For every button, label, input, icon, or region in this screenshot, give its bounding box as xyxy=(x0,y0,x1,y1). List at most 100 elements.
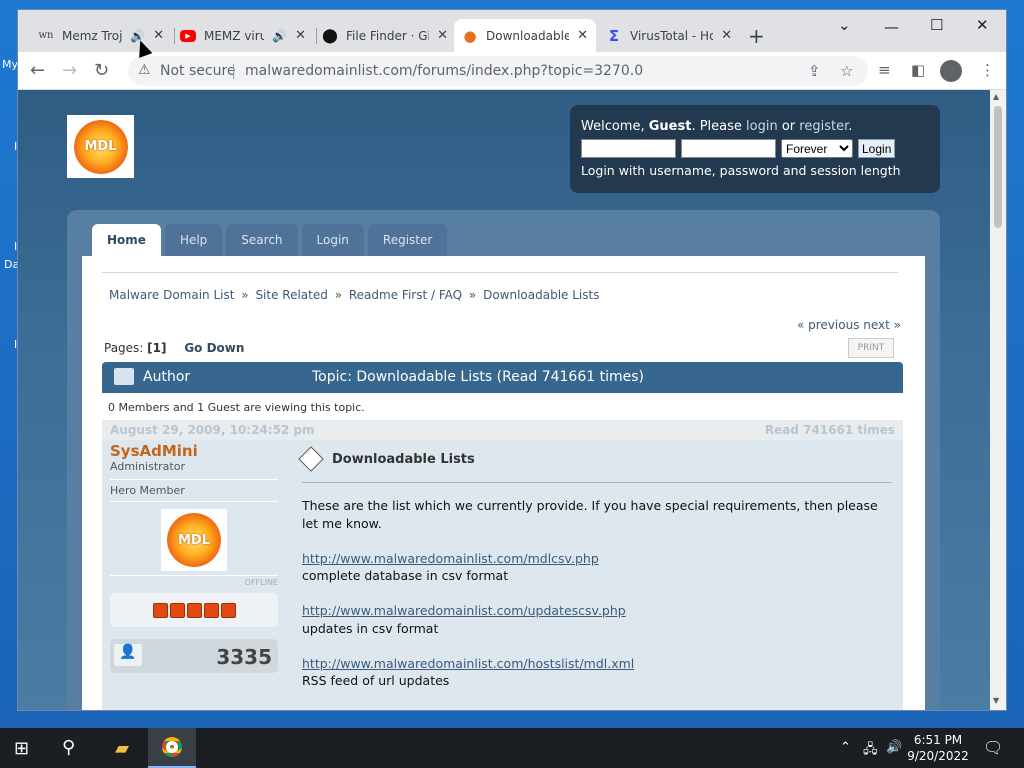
mdl-favicon-icon: ● xyxy=(463,26,477,45)
link-description: updates in csv format xyxy=(302,620,439,636)
github-icon: ⬤ xyxy=(322,27,338,44)
post-count: 3335 xyxy=(216,645,272,669)
close-window-button[interactable]: ✕ xyxy=(976,16,989,34)
windows-start-icon[interactable]: ⊞ xyxy=(14,738,29,759)
status-badge: OFFLINE xyxy=(110,575,278,587)
tab-search-dropdown-icon[interactable]: ⌄ xyxy=(838,16,851,34)
notification-icon[interactable]: 🗨 xyxy=(983,738,1003,757)
pages-label: Pages: xyxy=(104,341,148,355)
scroll-up-icon[interactable]: ▲ xyxy=(993,92,999,101)
post-intro: These are the list which we currently pr… xyxy=(302,498,878,531)
star-icon xyxy=(152,602,168,618)
prev-next-links[interactable]: « previous next » xyxy=(797,318,901,332)
link-description: complete database in csv format xyxy=(302,568,509,583)
breadcrumb-item[interactable]: Malware Domain List xyxy=(109,288,234,302)
tab-file-finder[interactable]: ⬤ File Finder · Gi ✕ xyxy=(314,19,456,52)
desktop-icon-label[interactable]: My xyxy=(2,58,18,71)
viewing-text: 0 Members and 1 Guest are viewing this t… xyxy=(108,401,365,414)
mdl-logo-icon: MDL xyxy=(73,119,128,174)
desktop-icon-label[interactable]: I xyxy=(14,140,17,153)
minimize-button[interactable]: — xyxy=(884,18,899,36)
tab-memz-trojan[interactable]: wn Memz Troj 🔊 ✕ xyxy=(30,19,172,52)
bookmark-star-icon[interactable]: ☆ xyxy=(840,62,853,80)
period-text: . xyxy=(848,119,853,134)
not-secure-label[interactable]: Not secure xyxy=(160,63,236,79)
breadcrumb-item[interactable]: Readme First / FAQ xyxy=(349,288,462,302)
login-button[interactable]: Login xyxy=(858,139,896,158)
go-down-link[interactable]: Go Down xyxy=(184,341,244,355)
clock-time: 6:51 PM xyxy=(913,733,963,747)
register-link[interactable]: register xyxy=(799,119,848,134)
post-read-count: Read 741661 times xyxy=(764,423,895,437)
close-tab-icon[interactable]: ✕ xyxy=(437,28,448,43)
print-button[interactable]: PRINT xyxy=(848,338,894,358)
page-scrollbar[interactable]: ▲ ▼ xyxy=(990,90,1006,710)
site-logo[interactable]: MDL xyxy=(67,115,134,178)
network-icon[interactable]: 🖧 xyxy=(863,740,878,762)
reading-list-icon[interactable]: ≡ xyxy=(878,61,891,79)
chrome-icon[interactable] xyxy=(148,728,196,768)
close-tab-icon[interactable]: ✕ xyxy=(721,28,732,43)
maximize-button[interactable]: ☐ xyxy=(930,16,943,34)
username-input[interactable] xyxy=(581,139,676,158)
desktop-icon-label[interactable]: Da xyxy=(4,258,19,271)
password-input[interactable] xyxy=(681,139,776,158)
menu-login[interactable]: Login xyxy=(301,224,364,256)
volume-icon[interactable]: 🔊 xyxy=(886,740,902,755)
close-tab-icon[interactable]: ✕ xyxy=(295,28,306,43)
welcome-text: Welcome, Guest. Please login or register… xyxy=(581,119,929,134)
close-tab-icon[interactable]: ✕ xyxy=(153,28,164,43)
tab-downloadable-lists[interactable]: ● Downloadable ✕ xyxy=(454,19,596,52)
tab-memz-virus[interactable]: ▶ MEMZ viru 🔊 ✕ xyxy=(172,19,314,52)
poster-name[interactable]: SysAdMini xyxy=(110,442,278,460)
desktop-icon-label[interactable]: I xyxy=(14,240,17,253)
login-inputs: Forever Login xyxy=(581,139,929,158)
breadcrumb-item[interactable]: Downloadable Lists xyxy=(483,288,599,302)
tray-chevron-up-icon[interactable]: ⌃ xyxy=(840,740,851,755)
topic-icon xyxy=(114,368,134,385)
please-text: . Please xyxy=(691,119,747,134)
taskbar-clock[interactable]: 6:51 PM 9/20/2022 xyxy=(905,732,971,764)
new-tab-button[interactable]: + xyxy=(748,24,765,48)
session-length-select[interactable]: Forever xyxy=(781,139,853,158)
updatescsv-link[interactable]: http://www.malwaredomainlist.com/updates… xyxy=(302,603,626,618)
address-bar[interactable]: ⚠ Not secure malwaredomainlist.com/forum… xyxy=(128,56,868,86)
breadcrumb-separator: » xyxy=(468,288,477,302)
breadcrumb: Malware Domain List » Site Related » Rea… xyxy=(109,288,599,302)
menu-register[interactable]: Register xyxy=(367,224,448,256)
youtube-icon: ▶ xyxy=(180,29,196,42)
tab-title: Memz Troj xyxy=(62,28,123,43)
page-viewport: MDL Welcome, Guest. Please login or regi… xyxy=(18,90,990,710)
back-button[interactable]: ← xyxy=(30,60,45,81)
menu-help[interactable]: Help xyxy=(164,224,223,256)
file-explorer-icon[interactable]: ▰ xyxy=(98,728,146,768)
tab-virustotal[interactable]: Σ VirusTotal - Ho ✕ xyxy=(598,19,740,52)
menu-kebab-icon[interactable]: ⋮ xyxy=(980,61,995,79)
login-link[interactable]: login xyxy=(746,119,778,134)
mdlcsv-link[interactable]: http://www.malwaredomainlist.com/mdlcsv.… xyxy=(302,551,599,566)
desktop-icon-label[interactable]: I xyxy=(14,338,17,351)
share-icon[interactable]: ⇪ xyxy=(808,62,821,80)
side-panel-icon[interactable]: ◧ xyxy=(911,61,925,79)
post-text: These are the list which we currently pr… xyxy=(302,497,892,690)
post-subject-text[interactable]: Downloadable Lists xyxy=(332,452,475,467)
menu-search[interactable]: Search xyxy=(226,224,298,256)
search-icon[interactable]: ⚲ xyxy=(62,737,75,758)
poster-title: Administrator xyxy=(110,460,185,473)
url-text[interactable]: malwaredomainlist.com/forums/index.php?t… xyxy=(245,63,643,79)
speaker-icon[interactable]: 🔊 xyxy=(272,29,287,43)
welcome-prefix: Welcome, xyxy=(581,119,649,134)
forward-button[interactable]: → xyxy=(62,60,77,81)
forum-main: Home Help Search Login Register Malware … xyxy=(67,210,940,710)
profile-avatar-icon[interactable] xyxy=(940,60,962,82)
reload-button[interactable]: ↻ xyxy=(94,60,109,81)
warning-icon[interactable]: ⚠ xyxy=(138,62,151,78)
close-tab-icon[interactable]: ✕ xyxy=(577,28,588,43)
scroll-down-icon[interactable]: ▼ xyxy=(993,696,999,705)
star-icon xyxy=(203,602,219,618)
scroll-thumb[interactable] xyxy=(994,106,1002,228)
menu-home[interactable]: Home xyxy=(92,224,161,256)
hostslist-link[interactable]: http://www.malwaredomainlist.com/hostsli… xyxy=(302,656,634,671)
breadcrumb-item[interactable]: Site Related xyxy=(255,288,327,302)
current-page[interactable]: [1] xyxy=(147,341,166,355)
